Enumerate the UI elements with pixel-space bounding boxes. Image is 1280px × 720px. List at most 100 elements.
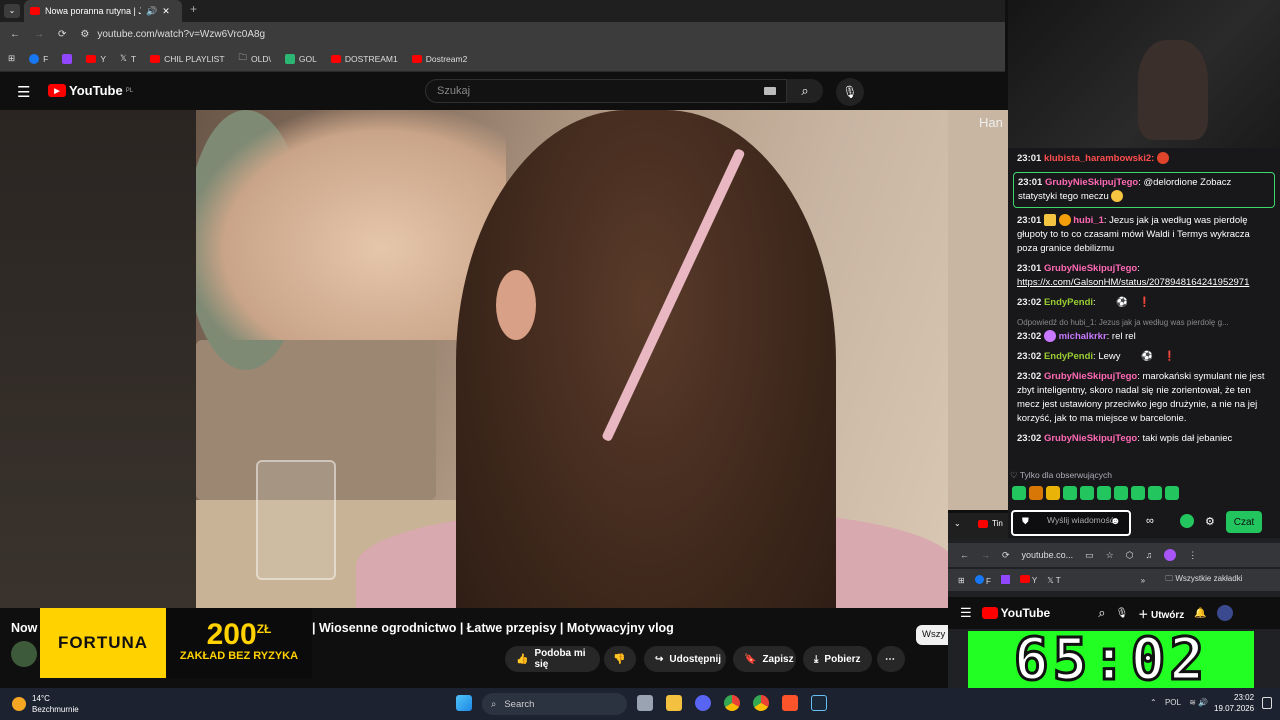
- bookmark-t[interactable]: 𝕏 T: [1047, 576, 1060, 585]
- mini-tab[interactable]: Tin: [978, 519, 1003, 528]
- bookmark-old[interactable]: 🗀 OLD\: [239, 52, 271, 66]
- download-button[interactable]: ⤓ Pobierz: [803, 646, 872, 672]
- steam-icon[interactable]: [811, 695, 827, 711]
- brave-icon[interactable]: [782, 695, 798, 711]
- emote-icon[interactable]: [1063, 486, 1077, 500]
- star-icon[interactable]: ☆: [1106, 550, 1114, 561]
- speaker-icon[interactable]: 🔊: [146, 6, 157, 17]
- fortuna-ad-banner[interactable]: FORTUNA 200ZŁ ZAKŁAD BEZ RYZYKA: [40, 608, 312, 678]
- emote-icon[interactable]: [1148, 486, 1162, 500]
- forward-icon[interactable]: →: [981, 550, 990, 560]
- voice-search-button[interactable]: 🎙: [836, 78, 864, 106]
- reload-icon[interactable]: ⟳: [58, 29, 66, 40]
- taskbar-clock[interactable]: 23:02 19.07.2026: [1214, 692, 1254, 714]
- bookmark-gol[interactable]: GOL: [284, 53, 317, 64]
- bookmark-twitch[interactable]: [1000, 574, 1010, 586]
- dislike-button[interactable]: 👎: [604, 646, 636, 672]
- notifications-icon[interactable]: 🔔: [1194, 608, 1206, 619]
- tray-chevron-icon[interactable]: ⌃: [1150, 698, 1157, 707]
- emote-icon[interactable]: [1012, 486, 1026, 500]
- chat-username[interactable]: GrubyNieSkipujTego: [1044, 263, 1137, 274]
- mini-tab-list-icon[interactable]: ⌄: [954, 519, 961, 528]
- chat-link[interactable]: https://x.com/GalsonHM/status/2078948164…: [1017, 277, 1249, 288]
- video-player[interactable]: [196, 110, 948, 608]
- youtube-logo[interactable]: ▶ YouTube PL: [48, 83, 133, 98]
- media-icon[interactable]: ♫: [1146, 550, 1153, 560]
- microphone-icon[interactable]: 🎙: [1115, 608, 1128, 619]
- chat-username[interactable]: GrubyNieSkipujTego: [1044, 433, 1137, 444]
- back-icon[interactable]: ←: [10, 29, 20, 40]
- profile-icon[interactable]: [1164, 549, 1177, 561]
- reload-icon[interactable]: ⟳: [1002, 550, 1010, 561]
- bookmark-y[interactable]: Y: [1019, 575, 1037, 585]
- share-button[interactable]: ↪ Udostępnij: [644, 646, 726, 672]
- like-button[interactable]: 👍 Podoba mi się: [505, 646, 600, 672]
- menu-icon[interactable]: ☰: [960, 605, 972, 621]
- keyboard-icon[interactable]: [764, 87, 776, 95]
- tab-close-icon[interactable]: ✕: [162, 6, 170, 17]
- volume-icon[interactable]: 🔊: [1198, 698, 1208, 707]
- chat-username[interactable]: EndyPendi: [1044, 297, 1093, 308]
- discord-icon[interactable]: [695, 695, 711, 711]
- cast-icon[interactable]: ▭: [1085, 550, 1094, 561]
- menu-dots-icon[interactable]: ⋮: [1188, 550, 1197, 561]
- chat-send-button[interactable]: Czat: [1226, 511, 1262, 533]
- windows-start-icon[interactable]: [456, 695, 472, 711]
- all-bookmarks[interactable]: 🗀 Wszystkie zakładki: [1165, 573, 1242, 587]
- filter-chip-all[interactable]: Wszy: [916, 625, 948, 645]
- bookmark-dostream1[interactable]: DOSTREAM1: [330, 54, 398, 64]
- bookmark-twitch[interactable]: [62, 53, 73, 64]
- emote-icon[interactable]: [1097, 486, 1111, 500]
- system-tray[interactable]: ⌃ POL ≋ 🔊: [1150, 698, 1208, 707]
- points-icon[interactable]: [1180, 514, 1194, 528]
- emote-icon[interactable]: [1029, 486, 1043, 500]
- file-explorer-icon[interactable]: [666, 695, 682, 711]
- chat-username[interactable]: EndyPendi: [1044, 351, 1093, 362]
- channel-avatar[interactable]: [11, 641, 37, 667]
- search-icon[interactable]: ⌕: [1098, 605, 1105, 621]
- bookmark-t[interactable]: 𝕏T: [120, 53, 136, 64]
- account-avatar[interactable]: [1216, 605, 1233, 621]
- emote-icon[interactable]: [1165, 486, 1179, 500]
- back-icon[interactable]: ←: [960, 550, 969, 560]
- bookmark-chil-playlist[interactable]: CHIL PLAYLIST: [150, 54, 225, 64]
- emote-icon[interactable]: [1131, 486, 1145, 500]
- search-input[interactable]: Szukaj: [425, 79, 787, 103]
- bookmark-f[interactable]: F: [974, 574, 991, 586]
- task-view-icon[interactable]: [637, 695, 653, 711]
- emote-picker-icon[interactable]: ☻: [1110, 516, 1121, 527]
- notification-icon[interactable]: [1262, 697, 1272, 709]
- weather-widget[interactable]: 14°C Bezchmurnie: [12, 693, 79, 715]
- youtube-logo[interactable]: YouTube: [981, 606, 1050, 620]
- mini-url-field[interactable]: youtube.co...: [1022, 550, 1074, 560]
- shield-icon[interactable]: ⛊: [1022, 516, 1029, 527]
- emote-icon[interactable]: [1046, 486, 1060, 500]
- save-button[interactable]: 🔖 Zapisz: [733, 646, 796, 672]
- more-bookmarks-icon[interactable]: »: [1141, 576, 1145, 585]
- language-indicator[interactable]: POL: [1165, 698, 1181, 707]
- bookmark-y[interactable]: Y: [86, 54, 106, 64]
- site-info-icon[interactable]: ⚙: [80, 29, 89, 40]
- url-field[interactable]: youtube.com/watch?v=Wzw6Vrc0A8g: [97, 29, 265, 40]
- more-actions-button[interactable]: ⋯: [877, 646, 905, 672]
- emote-icon[interactable]: [1080, 486, 1094, 500]
- infinity-icon[interactable]: ∞: [1146, 515, 1154, 527]
- chat-username[interactable]: GrubyNieSkipujTego: [1044, 371, 1137, 382]
- search-button[interactable]: ⌕: [787, 79, 823, 103]
- tab-list-button[interactable]: ⌄: [4, 4, 20, 18]
- chat-username[interactable]: klubista_harambowski2:: [1044, 153, 1154, 164]
- menu-icon[interactable]: ☰: [17, 83, 30, 101]
- chat-username[interactable]: hubi_1: [1073, 215, 1104, 226]
- apps-icon[interactable]: ⊞: [8, 53, 15, 64]
- create-button[interactable]: ＋ Utwórz: [1138, 606, 1184, 621]
- chat-username[interactable]: michalkrkr: [1059, 331, 1107, 342]
- wifi-icon[interactable]: ≋: [1189, 698, 1196, 707]
- bookmark-dostream2[interactable]: Dostream2: [411, 54, 467, 64]
- active-tab[interactable]: Nowa poranna rutyna | Jak 🔊 ✕: [24, 0, 182, 22]
- forward-icon[interactable]: →: [34, 29, 44, 40]
- taskbar-search[interactable]: ⌕ Search: [482, 693, 627, 715]
- apps-icon[interactable]: ⊞: [958, 576, 965, 585]
- chrome-icon[interactable]: [724, 695, 740, 711]
- bookmark-f[interactable]: F: [29, 53, 48, 64]
- settings-icon[interactable]: ⚙: [1205, 515, 1215, 528]
